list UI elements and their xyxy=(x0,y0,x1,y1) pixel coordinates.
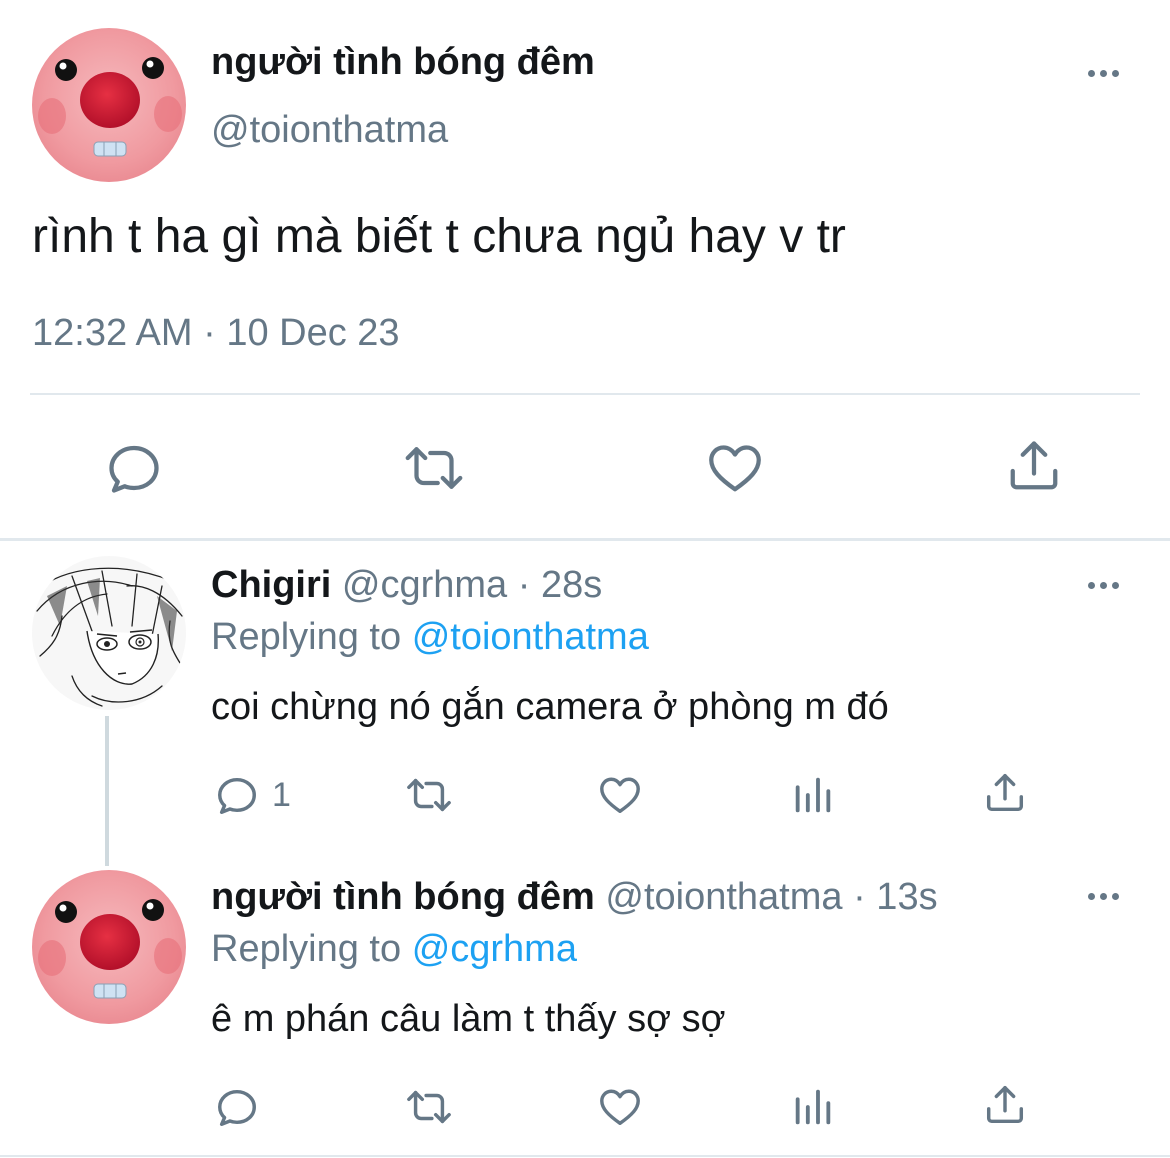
replying-label: Replying to xyxy=(211,928,402,970)
replying-to: Replying to @toionthatma xyxy=(211,614,649,660)
heart-icon[interactable] xyxy=(704,438,766,498)
retweet-icon[interactable] xyxy=(402,1084,456,1130)
heart-icon[interactable] xyxy=(596,772,644,818)
tweet-text: coi chừng nó gắn camera ở phòng m đó xyxy=(211,686,889,728)
share-icon[interactable] xyxy=(982,1082,1028,1128)
more-icon[interactable] xyxy=(1088,893,1119,900)
more-icon[interactable] xyxy=(1088,70,1119,77)
handle[interactable]: @toionthatma xyxy=(211,108,448,152)
handle[interactable]: @cgrhma xyxy=(342,564,507,606)
reply-icon[interactable] xyxy=(104,438,164,498)
reply-icon[interactable] xyxy=(214,772,260,818)
share-icon[interactable] xyxy=(1004,436,1064,496)
display-name[interactable]: Chigiri xyxy=(211,564,331,606)
mention-link[interactable]: @toionthatma xyxy=(412,616,649,658)
reply-icon[interactable] xyxy=(214,1084,260,1130)
share-icon[interactable] xyxy=(982,770,1028,816)
avatar[interactable] xyxy=(32,28,186,182)
timestamp[interactable]: 12:32 AM · 10 Dec 23 xyxy=(32,310,400,356)
divider xyxy=(30,393,1140,395)
thread-line xyxy=(105,716,109,866)
section-divider xyxy=(0,538,1170,541)
relative-time[interactable]: · 13s xyxy=(853,876,937,918)
tweet-text: ê m phán câu làm t thấy sợ sợ xyxy=(211,998,726,1040)
display-name[interactable]: người tình bóng đêm xyxy=(211,40,595,84)
replying-label: Replying to xyxy=(211,616,402,658)
tweet-text: rình t ha gì mà biết t chưa ngủ hay v tr xyxy=(32,210,846,263)
heart-icon[interactable] xyxy=(596,1084,644,1130)
views-icon[interactable] xyxy=(790,772,836,818)
retweet-icon[interactable] xyxy=(402,772,456,818)
handle[interactable]: @toionthatma xyxy=(605,876,842,918)
relative-time[interactable]: · 28s xyxy=(518,564,602,606)
avatar[interactable] xyxy=(32,870,186,1024)
avatar[interactable] xyxy=(32,556,186,710)
reply-header: Chigiri @cgrhma · 28s xyxy=(211,562,602,608)
reply-count: 1 xyxy=(272,776,291,814)
divider xyxy=(0,1155,1170,1157)
reply-header: người tình bóng đêm @toionthatma · 13s xyxy=(211,874,938,920)
mention-link[interactable]: @cgrhma xyxy=(412,928,577,970)
retweet-icon[interactable] xyxy=(400,438,468,498)
replying-to: Replying to @cgrhma xyxy=(211,926,577,972)
more-icon[interactable] xyxy=(1088,582,1119,589)
views-icon[interactable] xyxy=(790,1084,836,1130)
display-name[interactable]: người tình bóng đêm xyxy=(211,876,595,918)
